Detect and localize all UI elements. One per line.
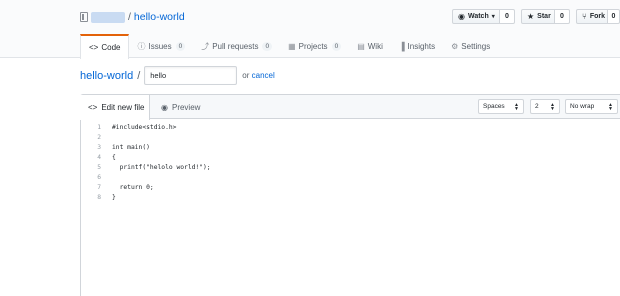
cancel-text: or cancel — [242, 71, 274, 80]
edit-file-tab-label: Edit new file — [101, 103, 145, 112]
code-line: 8} — [81, 193, 620, 203]
repo-icon — [80, 12, 88, 22]
line-content[interactable] — [101, 173, 112, 183]
chevron-down-icon: ▾ — [491, 14, 495, 20]
star-icon: ★ — [527, 12, 535, 21]
watch-group: ◉ Watch ▾ 0 — [452, 9, 515, 24]
gear-icon: ⚙ — [451, 41, 459, 51]
code-line: 3 int main() — [81, 143, 620, 153]
wrap-mode-select[interactable]: No wrap ▲ ▼ — [565, 99, 618, 114]
tab-projects[interactable]: ▦ Projects 0 — [280, 34, 349, 58]
breadcrumb-separator: / — [137, 69, 141, 82]
code-line: 1 #include<stdio.h> — [81, 123, 620, 133]
line-content[interactable]: printf("helolo world!"); — [101, 163, 211, 173]
repo-owner-link[interactable] — [91, 11, 125, 23]
watch-label: Watch — [467, 13, 489, 20]
line-content[interactable]: #include<stdio.h> — [101, 123, 176, 133]
or-text: or — [242, 71, 250, 80]
editor-toolbar: <> Edit new file ◉ Preview Spaces ▲ ▼ 2 ▲… — [80, 95, 620, 120]
preview-tab-label: Preview — [171, 102, 201, 112]
line-content[interactable]: return 0; — [101, 183, 154, 193]
code-icon: <> — [88, 103, 98, 112]
repo-title: / hello-world — [80, 10, 185, 24]
tab-code[interactable]: <> Code — [80, 34, 130, 59]
indent-size-value: 2 — [535, 103, 539, 110]
indent-mode-select[interactable]: Spaces ▲ ▼ — [478, 99, 524, 114]
tab-projects-label: Projects — [298, 41, 328, 51]
select-arrows-icon: ▲ ▼ — [550, 101, 555, 112]
watch-button[interactable]: ◉ Watch ▾ — [452, 9, 500, 24]
fork-button[interactable]: ⑂ Fork — [576, 9, 608, 24]
line-number: 3 — [97, 144, 101, 151]
tab-code-label: Code — [101, 43, 121, 52]
star-group: ★ Star 0 — [521, 9, 570, 24]
tab-insights-label: Insights — [407, 41, 436, 51]
issue-icon: ⓘ — [137, 41, 146, 51]
indent-mode-value: Spaces — [483, 103, 505, 110]
eye-icon: ◉ — [161, 102, 168, 112]
fork-count[interactable]: 0 — [608, 9, 620, 24]
select-arrows-icon: ▲ ▼ — [514, 101, 519, 112]
code-line: 2 — [81, 133, 620, 143]
code-area[interactable]: 1 #include<stdio.h> 2 3 int main() 4{ 5 pr… — [81, 123, 620, 203]
preview-tab[interactable]: ◉ Preview — [161, 95, 200, 119]
filename-input[interactable] — [144, 66, 238, 85]
line-content[interactable] — [101, 133, 112, 143]
star-button[interactable]: ★ Star — [521, 9, 555, 24]
graph-icon: ▐ — [398, 41, 405, 51]
repo-title-separator: / — [128, 11, 131, 23]
watch-count[interactable]: 0 — [500, 9, 515, 24]
line-number: 2 — [97, 134, 101, 141]
star-label: Star — [537, 13, 551, 20]
line-number: 1 — [97, 124, 101, 131]
line-content[interactable]: { — [101, 153, 116, 163]
tab-settings-label: Settings — [461, 41, 491, 51]
eye-icon: ◉ — [458, 12, 465, 21]
line-content[interactable]: } — [101, 193, 116, 203]
tab-issues-label: Issues — [148, 41, 172, 51]
repo-name-link[interactable]: hello-world — [134, 11, 185, 23]
code-line: 5 printf("helolo world!"); — [81, 163, 620, 173]
book-icon: ▤ — [357, 41, 365, 51]
line-number: 4 — [97, 154, 101, 161]
code-icon: <> — [89, 43, 99, 52]
cancel-link[interactable]: cancel — [252, 71, 275, 80]
repo-nav: <> Code ⓘ Issues 0 ⤴ Pull requests 0 ▦ P… — [80, 34, 498, 59]
tab-insights[interactable]: ▐ Insights — [391, 34, 443, 58]
breadcrumb-repo-link[interactable]: hello-world — [80, 70, 133, 82]
line-content[interactable]: int main() — [101, 143, 150, 153]
star-count[interactable]: 0 — [555, 9, 570, 24]
wrap-mode-value: No wrap — [570, 103, 595, 110]
indent-size-select[interactable]: 2 ▲ ▼ — [530, 99, 560, 114]
tab-wiki[interactable]: ▤ Wiki — [349, 34, 391, 58]
project-icon: ▦ — [288, 41, 296, 51]
line-number: 6 — [97, 174, 101, 181]
code-line: 4{ — [81, 153, 620, 163]
tab-issues[interactable]: ⓘ Issues 0 — [129, 34, 193, 58]
repo-header: / hello-world ◉ Watch ▾ 0 ★ Star 0 ⑂ For… — [0, 0, 620, 59]
line-number: 7 — [97, 184, 101, 191]
edit-file-tab[interactable]: <> Edit new file — [80, 95, 150, 120]
pull-request-icon: ⤴ — [201, 41, 210, 51]
tab-pull-requests-counter: 0 — [262, 41, 273, 51]
tab-projects-counter: 0 — [331, 41, 342, 51]
tab-pull-requests[interactable]: ⤴ Pull requests 0 — [193, 34, 280, 58]
fork-group: ⑂ Fork 0 — [576, 9, 620, 24]
tab-issues-counter: 0 — [175, 41, 186, 51]
code-line: 6 — [81, 173, 620, 183]
file-editor: <> Edit new file ◉ Preview Spaces ▲ ▼ 2 ▲… — [80, 94, 620, 296]
fork-icon: ⑂ — [582, 12, 587, 21]
file-breadcrumb: hello-world / or cancel — [80, 66, 275, 85]
select-arrows-icon: ▲ ▼ — [608, 101, 613, 112]
code-line: 7 return 0; — [81, 183, 620, 193]
tab-settings[interactable]: ⚙ Settings — [443, 34, 498, 58]
fork-label: Fork — [589, 13, 605, 20]
tab-wiki-label: Wiki — [367, 41, 383, 51]
line-number: 5 — [97, 164, 101, 171]
tab-pull-requests-label: Pull requests — [212, 41, 259, 51]
line-number: 8 — [97, 194, 101, 201]
